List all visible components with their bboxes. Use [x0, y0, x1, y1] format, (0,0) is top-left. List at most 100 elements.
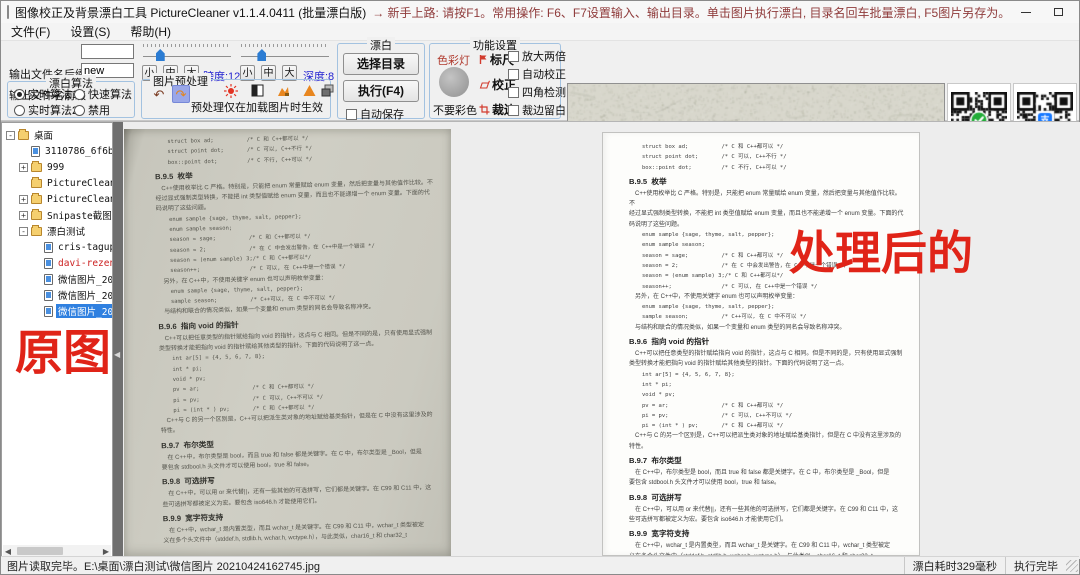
- tree-item-label: Snipaste截图: [45, 208, 113, 222]
- radio-icon: [14, 105, 25, 116]
- doc-line: B.9.7 布尔类型: [629, 455, 905, 468]
- settings-group: 功能设置 色彩灯 不要彩色 标尺 校正 裁边 放大两倍 自动校正 四角检测 裁边…: [429, 43, 561, 119]
- panel-splitter[interactable]: ◀: [113, 122, 123, 559]
- tree-item-label: PictureCleaner: [45, 178, 113, 189]
- tree-item[interactable]: davi-rezende: [2, 255, 112, 271]
- doc-line: int * pi;: [629, 380, 905, 390]
- toolbar: 输出文件名前缀 输出文件名后缀 漂白算法 实时算法1 快速算法 实时算法2 禁用…: [1, 41, 1079, 121]
- close-button[interactable]: ×: [1074, 1, 1080, 23]
- doc-line: sample season;/* C++可以, 在 C 中不可以 */: [629, 312, 905, 322]
- image-canvas: struct box ad;/* C 和 C++都可以 */ struct po…: [123, 122, 1080, 559]
- preprocess-group: 图片预处理 ↶ ↷ 预处理仅在加载图片时生效: [141, 79, 331, 119]
- slider-ticks: [241, 44, 329, 47]
- original-image[interactable]: struct box ad;/* C 和 C++都可以 */ struct po…: [124, 129, 451, 559]
- tree-item-label: cris-tagupa-: [56, 242, 113, 253]
- doc-line: C++可以把任意类型的指针赋给指向 void 的指针，这点与 C 相同。但是不同…: [629, 349, 905, 359]
- slider-thumb[interactable]: [156, 49, 165, 61]
- slider-track[interactable]: [241, 56, 329, 57]
- autosave-checkbox[interactable]: 自动保存: [346, 106, 404, 122]
- prefix-input[interactable]: [81, 44, 134, 59]
- doc-line: C++与 C 的另一个区别是，C++可以把派生类对象的地址赋给基类指针，但是在 …: [629, 431, 905, 441]
- menu-file[interactable]: 文件(F): [1, 23, 60, 40]
- tree-item[interactable]: Snipaste截图: [2, 207, 112, 223]
- radio-realtime2[interactable]: 实时算法2: [14, 102, 78, 118]
- slider-ticks: [143, 44, 231, 47]
- app-window: 图像校正及背景漂白工具 PictureCleaner v1.1.4.0411 (…: [0, 0, 1080, 575]
- doc-line: pv = ar;/* C 和 C++都可以 */: [629, 401, 905, 411]
- tree-expander-icon[interactable]: [6, 131, 15, 140]
- scrollbar-thumb[interactable]: [17, 547, 63, 555]
- tree-item[interactable]: 微信图片_2021: [2, 271, 112, 287]
- doc-line: 在 C++中，可以用 or 来代替||，还有一些其他的可选拼写，它们都是关键字。…: [629, 505, 905, 515]
- preprocess-note: 预处理仅在加载图片时生效: [188, 99, 326, 115]
- tree-item[interactable]: cris-tagupa-: [2, 239, 112, 255]
- title-bar: 图像校正及背景漂白工具 PictureCleaner v1.1.4.0411 (…: [1, 1, 1079, 23]
- radio-realtime1[interactable]: 实时算法1: [14, 86, 78, 102]
- radio-disable[interactable]: 禁用: [74, 102, 110, 118]
- window-hint: → 新手上路: 请按F1。常用操作: F6、F7设置输入、输出目录。单击图片执行…: [372, 4, 1010, 21]
- tree-item[interactable]: PictureCleaner-: [2, 191, 112, 207]
- zoom2x-checkbox[interactable]: 放大两倍: [508, 48, 566, 64]
- tree-item-label: 漂白测试: [45, 224, 87, 238]
- minimize-button[interactable]: [1010, 1, 1042, 23]
- checkbox-icon: [346, 109, 357, 120]
- annotation-original: 原图: [15, 313, 111, 383]
- scroll-left-icon[interactable]: ◀: [3, 547, 13, 556]
- algorithm-group: 漂白算法 实时算法1 快速算法 实时算法2 禁用: [7, 81, 135, 118]
- maximize-button[interactable]: [1042, 1, 1074, 23]
- menu-settings[interactable]: 设置(S): [60, 23, 120, 40]
- tree-item-label: 微信图片_2021: [56, 288, 113, 302]
- tree-item[interactable]: 微信图片_2021: [2, 287, 112, 303]
- flag-icon: [479, 54, 488, 65]
- doc-line: box::point dot;/* C 不行, C++可以 */: [629, 163, 905, 173]
- crop-icon: [479, 104, 490, 115]
- rotate-icon: [479, 80, 490, 90]
- tree-expander-icon[interactable]: [19, 163, 28, 172]
- folder-icon: [31, 146, 40, 157]
- app-icon: [7, 5, 9, 19]
- bleach-group-title: 漂白: [367, 37, 395, 53]
- no-color-label: 不要彩色: [433, 102, 477, 118]
- doc-line: void * pv;: [629, 390, 905, 400]
- tree-item-label: 3110786_6f6b401: [43, 146, 113, 157]
- doc-line: pi = pv;/* C 可以, C++不可以 */: [629, 411, 905, 421]
- corner-detect-checkbox[interactable]: 四角检测: [508, 84, 566, 100]
- tree-item[interactable]: 漂白测试: [2, 223, 112, 239]
- radio-fast[interactable]: 快速算法: [74, 86, 132, 102]
- tree-item[interactable]: 999: [2, 159, 112, 175]
- tree-item[interactable]: 3110786_6f6b401: [2, 143, 112, 159]
- doc-line: int ar[5] = {4, 5, 6, 7, 8};: [629, 370, 905, 380]
- tree-item-label: davi-rezende: [56, 258, 113, 269]
- crop-margin-checkbox[interactable]: 裁边留白: [508, 102, 566, 118]
- radio-icon: [74, 105, 85, 116]
- doc-line: enum sample {sage, thyme, salt, pepper};: [629, 302, 905, 312]
- autocorrect-checkbox[interactable]: 自动校正: [508, 66, 566, 82]
- execute-button[interactable]: 执行(F4): [343, 80, 419, 102]
- undo-icon[interactable]: ↶: [150, 86, 168, 104]
- doc-line: struct point dot;/* C 可以, C++不行 */: [629, 152, 905, 162]
- tree-expander-icon[interactable]: [19, 227, 28, 236]
- checkbox-icon: [508, 105, 519, 116]
- select-directory-button[interactable]: 选择目录: [343, 53, 419, 75]
- color-lamp-label: 色彩灯: [437, 52, 470, 68]
- status-bar: 图片读取完毕。E:\桌面\漂白测试\微信图片 20210424162745.jp…: [1, 556, 1079, 574]
- tree-item-label: PictureCleaner-: [45, 194, 113, 205]
- tree-expander-icon[interactable]: [19, 195, 28, 204]
- color-lamp-icon: [439, 67, 469, 97]
- doc-line: 在 C++中，wchar_t 是内置类型，而且 wchar_t 是关键字。在 C…: [629, 541, 905, 551]
- menu-help[interactable]: 帮助(H): [120, 23, 181, 40]
- resize-grip[interactable]: [1066, 560, 1078, 572]
- collapse-arrow-icon[interactable]: ◀: [114, 350, 120, 359]
- tree-item[interactable]: 桌面: [2, 127, 112, 143]
- tree-item[interactable]: PictureCleaner: [2, 175, 112, 191]
- doc-line: B.9.9 宽字符支持: [629, 528, 905, 541]
- checkbox-icon: [508, 87, 519, 98]
- processed-image[interactable]: struct box ad;/* C 和 C++都可以 */ struct po…: [602, 132, 920, 556]
- doc-line: 些可选拼写都被定义为宏。要包含 iso646.h 才能使用它们。: [629, 515, 905, 525]
- tree-expander-icon[interactable]: [19, 211, 28, 220]
- folder-icon: [31, 163, 42, 172]
- slider-thumb[interactable]: [257, 49, 266, 61]
- checkbox-icon: [508, 51, 519, 62]
- scroll-right-icon[interactable]: ▶: [101, 547, 111, 556]
- tree-item-label: 微信图片_2021: [56, 272, 113, 286]
